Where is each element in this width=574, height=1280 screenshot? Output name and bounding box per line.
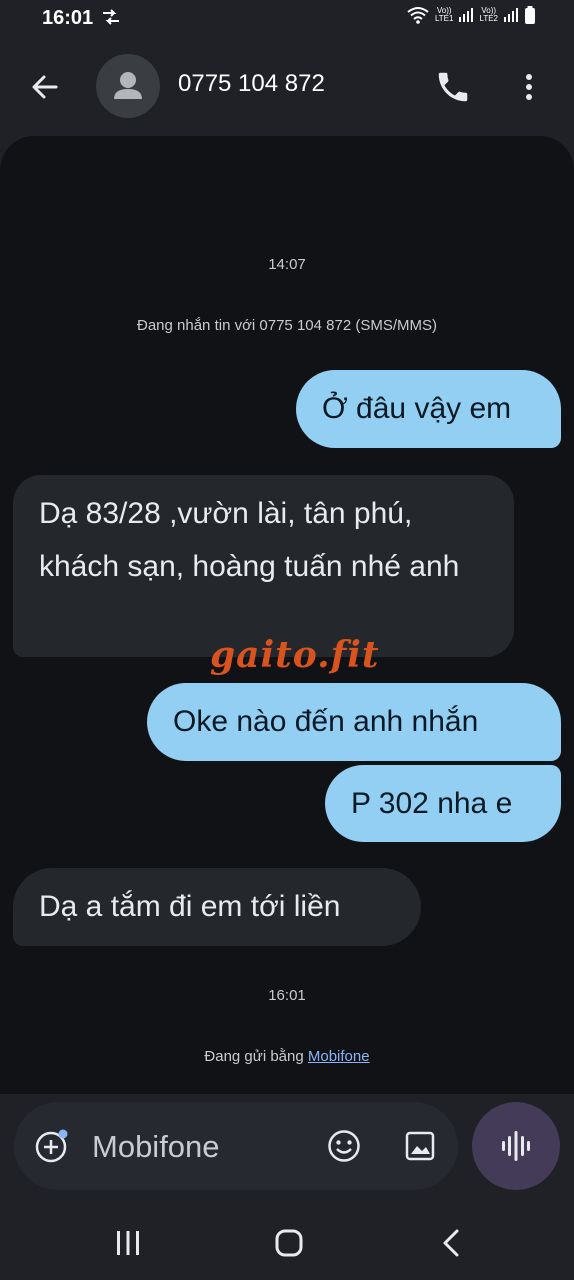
message-bubble-sent[interactable]: P 302 nha e <box>325 765 561 842</box>
message-input[interactable] <box>90 1124 304 1170</box>
message-bubble-sent[interactable]: Ở đâu vậy em <box>296 370 561 448</box>
system-nav-bar <box>0 1200 574 1280</box>
timestamp: 16:01 <box>268 987 306 1004</box>
contact-title[interactable]: 0775 104 872 <box>178 70 325 98</box>
back-arrow-icon[interactable] <box>26 68 64 106</box>
sync-icon <box>103 9 119 25</box>
avatar[interactable] <box>96 54 160 118</box>
sim2-signal-icon <box>504 8 518 22</box>
add-circle-icon[interactable] <box>34 1128 70 1164</box>
person-icon <box>114 72 142 99</box>
message-bubble-received[interactable]: Dạ a tắm đi em tới liền <box>13 868 421 946</box>
sending-label: Đang gửi bằng <box>204 1048 308 1065</box>
sim2-label: Vo)) LTE2 <box>479 6 498 23</box>
timestamp: 14:07 <box>268 256 306 273</box>
wifi-icon <box>407 7 429 24</box>
sim1-signal-icon <box>459 8 474 22</box>
waveform-icon <box>502 1131 530 1161</box>
status-icons: Vo)) LTE1 Vo)) LTE2 <box>407 6 536 24</box>
battery-icon <box>525 6 535 24</box>
watermark: gaito.fit <box>210 634 380 676</box>
conversation-info: Đang nhắn tin với 0775 104 872 (SMS/MMS) <box>137 317 437 334</box>
status-bar: 16:01 Vo)) LTE1 Vo)) LTE2 <box>0 0 574 36</box>
carrier-link[interactable]: Mobifone <box>308 1048 370 1065</box>
recents-icon[interactable] <box>112 1230 144 1256</box>
emoji-icon[interactable] <box>326 1128 362 1164</box>
phone-icon[interactable] <box>434 68 472 106</box>
image-icon[interactable] <box>402 1128 438 1164</box>
message-bubble-received[interactable]: Dạ 83/28 ,vườn lài, tân phú, khách sạn, … <box>13 475 514 657</box>
message-composer <box>14 1102 458 1190</box>
message-bubble-sent[interactable]: Oke nào đến anh nhắn <box>147 683 561 761</box>
voice-record-button[interactable] <box>472 1102 560 1190</box>
sim1-label: Vo)) LTE1 <box>434 6 454 23</box>
conversation-header: 0775 104 872 <box>0 36 574 136</box>
more-vert-icon[interactable] <box>514 68 544 106</box>
sending-info: Đang gửi bằng Mobifone <box>0 1048 574 1065</box>
nav-back-icon[interactable] <box>440 1228 462 1258</box>
home-icon[interactable] <box>274 1228 304 1258</box>
status-time: 16:01 <box>42 7 94 29</box>
